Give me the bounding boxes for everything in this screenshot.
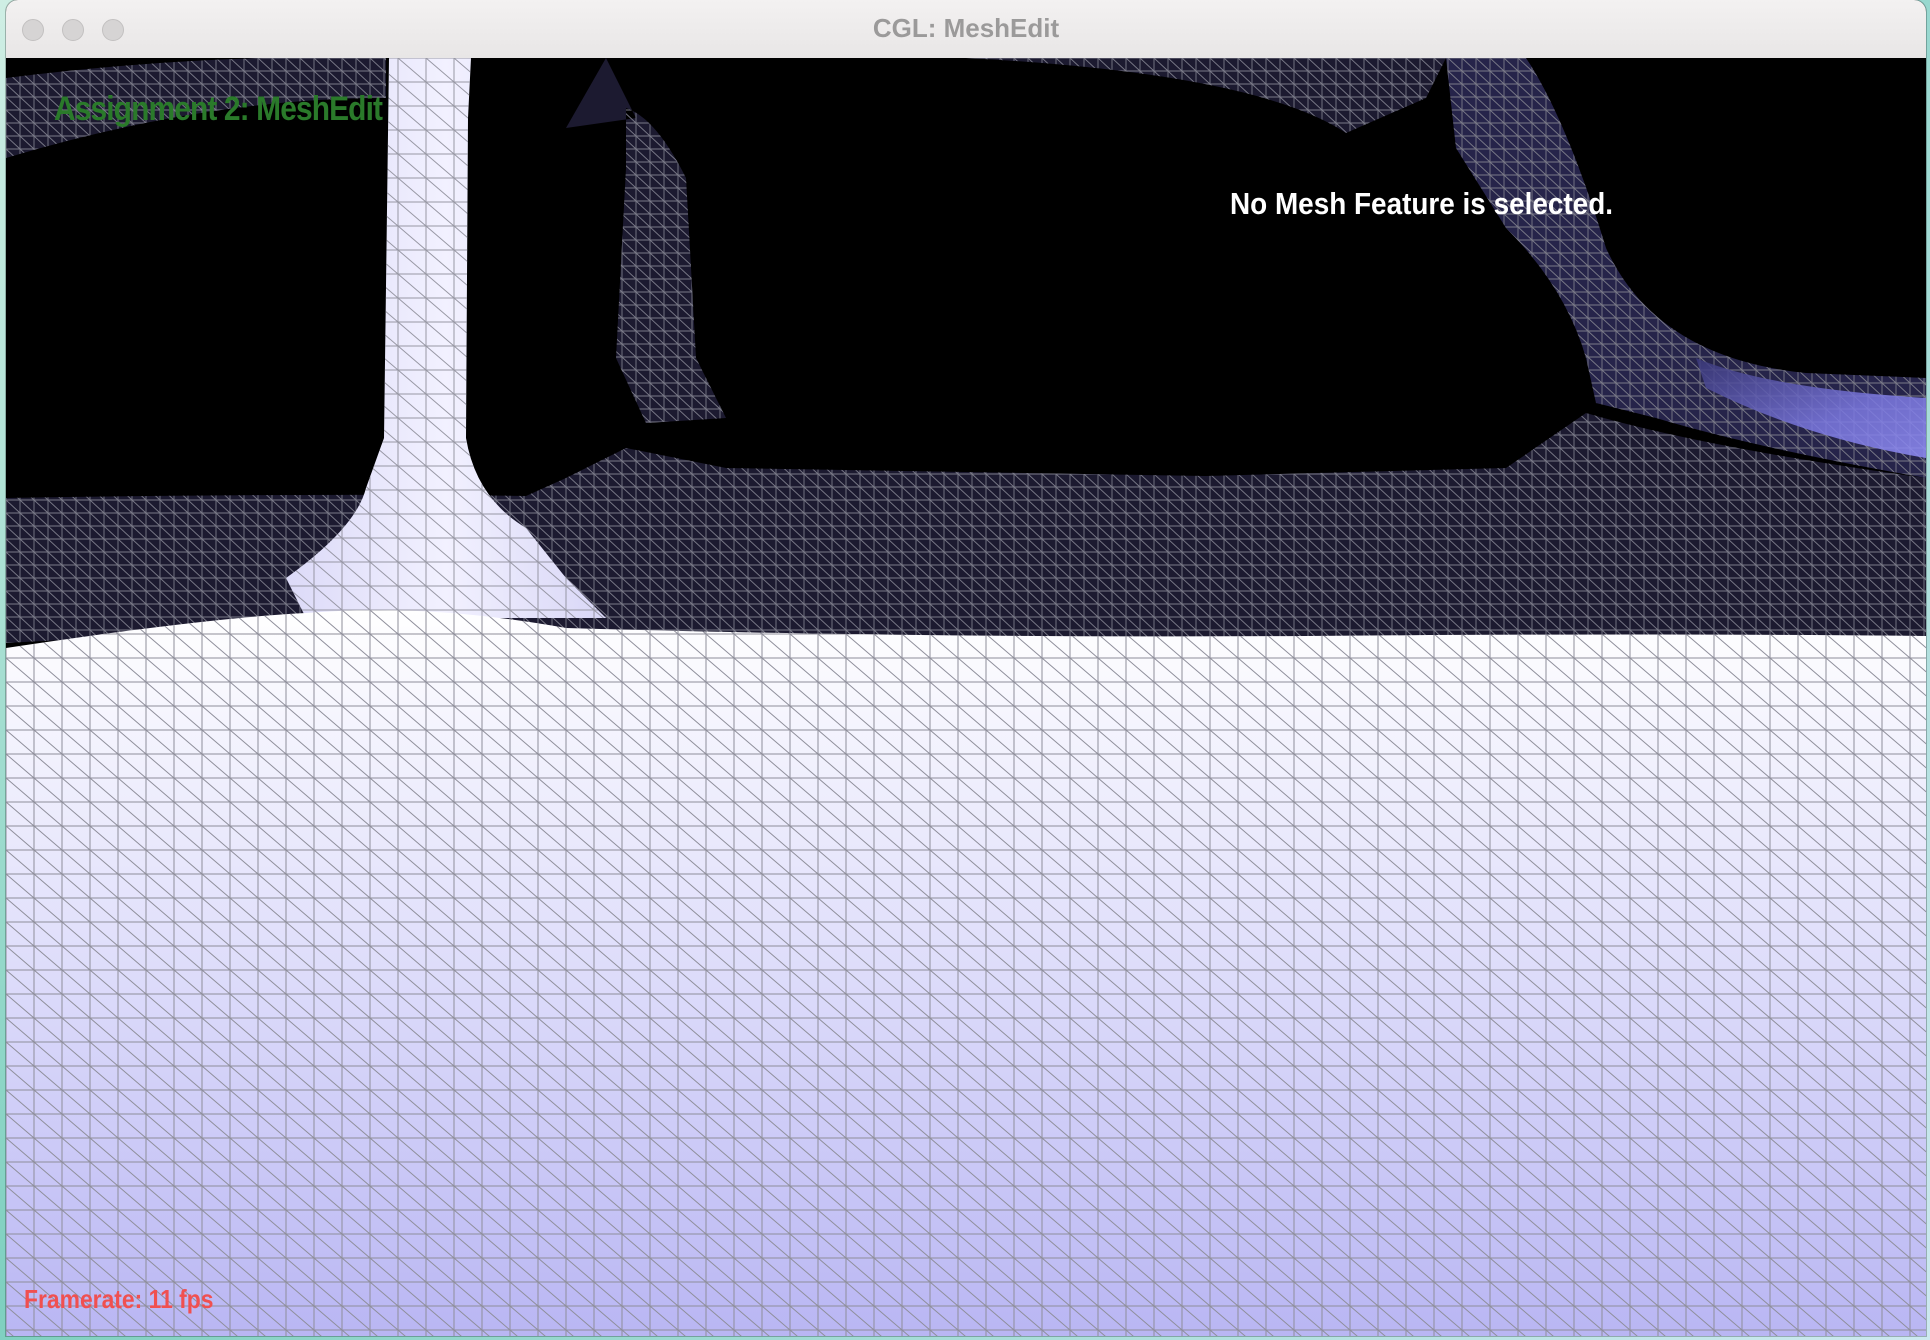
mesh-front-surface <box>6 610 1926 1336</box>
framerate-readout: Framerate: 11 fps <box>24 1284 214 1314</box>
mesh-render[interactable] <box>6 58 1926 1336</box>
opengl-viewport[interactable]: Assignment 2: MeshEdit No Mesh Feature i… <box>6 58 1926 1336</box>
title-bar[interactable]: CGL: MeshEdit <box>6 0 1926 59</box>
selection-status: No Mesh Feature is selected. <box>1230 186 1613 221</box>
assignment-heading: Assignment 2: MeshEdit <box>54 90 383 128</box>
window-title: CGL: MeshEdit <box>872 13 1060 43</box>
meshedit-window: CGL: MeshEdit Assignment 2: MeshEdit No … <box>6 0 1926 1336</box>
